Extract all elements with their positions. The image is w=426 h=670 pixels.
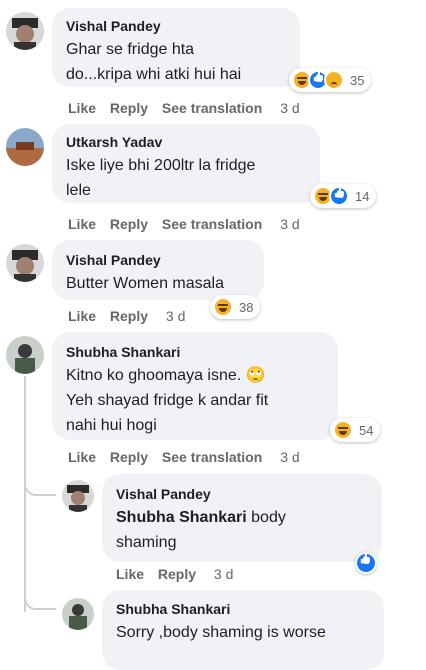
timestamp[interactable]: 3 d — [166, 308, 185, 324]
like-button[interactable]: Like — [68, 308, 96, 324]
haha-icon — [213, 297, 233, 317]
sad-icon — [324, 70, 344, 90]
avatar-image — [6, 244, 44, 282]
like-button[interactable]: Like — [68, 216, 96, 232]
comment-line: Ghar se fridge hta — [66, 41, 195, 58]
avatar[interactable] — [6, 128, 44, 166]
comment-author[interactable]: Shubha Shankari — [116, 601, 230, 617]
comment-text: Shubha Shankari body shaming — [116, 505, 286, 555]
comment-line: Iske liye bhi 200ltr la fridge — [66, 157, 256, 174]
like-reaction-icon[interactable] — [355, 552, 377, 574]
comment-line: Yeh shayad fridge k andar fit — [66, 392, 269, 409]
timestamp[interactable]: 3 d — [280, 449, 299, 465]
avatar-image — [62, 480, 94, 512]
reply-button[interactable]: Reply — [110, 308, 148, 324]
reaction-count: 14 — [355, 188, 370, 204]
comment-author[interactable]: Utkarsh Yadav — [66, 134, 162, 150]
comment-line: Butter Women masala — [66, 275, 224, 292]
like-button[interactable]: Like — [68, 449, 96, 465]
comment-actions: Like Reply See translation 3 d — [68, 216, 310, 232]
comment-author[interactable]: Shubha Shankari — [66, 344, 180, 360]
reaction-summary[interactable]: 35 — [289, 68, 372, 92]
timestamp[interactable]: 3 d — [280, 100, 299, 116]
comment-author[interactable]: Vishal Pandey — [66, 252, 161, 268]
avatar[interactable] — [6, 12, 44, 50]
see-translation-button[interactable]: See translation — [162, 216, 262, 232]
reply-connector — [24, 472, 56, 496]
reaction-count: 54 — [359, 422, 374, 438]
timestamp[interactable]: 3 d — [214, 566, 233, 582]
mention-link[interactable]: Shubha Shankari — [116, 509, 247, 526]
see-translation-button[interactable]: See translation — [162, 100, 262, 116]
comment-author[interactable]: Vishal Pandey — [116, 486, 211, 502]
avatar[interactable] — [6, 336, 44, 374]
like-button[interactable]: Like — [116, 566, 144, 582]
comment-line: shaming — [116, 534, 177, 551]
comment-line: Kitno ko ghoomaya isne. 🙄 — [66, 367, 266, 384]
reply-button[interactable]: Reply — [110, 100, 148, 116]
reply-connector — [24, 586, 56, 610]
avatar-image — [6, 336, 44, 374]
reply-button[interactable]: Reply — [110, 449, 148, 465]
comment-text: Sorry ,body shaming is worse — [116, 620, 326, 645]
comment-actions: Like Reply 3 d — [116, 566, 243, 582]
reply-button[interactable]: Reply — [110, 216, 148, 232]
comment-line: nahi hui hogi — [66, 417, 157, 434]
comment-actions: Like Reply 3 d — [68, 308, 195, 324]
reaction-summary[interactable]: 14 — [310, 184, 377, 208]
comment-author[interactable]: Vishal Pandey — [66, 18, 161, 34]
reaction-count: 35 — [350, 72, 365, 88]
avatar[interactable] — [62, 480, 94, 512]
see-translation-button[interactable]: See translation — [162, 449, 262, 465]
avatar-image — [62, 598, 94, 630]
comment-line: Shubha Shankari body — [116, 505, 286, 530]
comment-line-text: body — [246, 509, 286, 526]
like-icon — [329, 186, 349, 206]
avatar[interactable] — [62, 598, 94, 630]
like-button[interactable]: Like — [68, 100, 96, 116]
avatar[interactable] — [6, 244, 44, 282]
comment-actions: Like Reply See translation 3 d — [68, 449, 310, 465]
comment-line: do...kripa whi atki hui hai — [66, 66, 242, 83]
reply-button[interactable]: Reply — [158, 566, 196, 582]
reaction-count: 38 — [239, 299, 254, 315]
timestamp[interactable]: 3 d — [280, 216, 299, 232]
comment-actions: Like Reply See translation 3 d — [68, 100, 310, 116]
reaction-summary[interactable]: 54 — [330, 418, 381, 442]
reply-thread-line — [24, 376, 26, 612]
avatar-image — [6, 128, 44, 166]
comment-line: Sorry ,body shaming is worse — [116, 624, 326, 641]
comment-text: Iske liye bhi 200ltr la fridge lele — [66, 153, 255, 203]
comment-text: Kitno ko ghoomaya isne. 🙄 Yeh shayad fri… — [66, 363, 268, 438]
comment-text: Butter Women masala — [66, 271, 224, 296]
reaction-summary[interactable]: 38 — [210, 295, 261, 319]
comment-line: lele — [66, 182, 91, 199]
avatar-image — [6, 12, 44, 50]
comment-text: Ghar se fridge hta do...kripa whi atki h… — [66, 37, 241, 87]
haha-icon — [333, 420, 353, 440]
